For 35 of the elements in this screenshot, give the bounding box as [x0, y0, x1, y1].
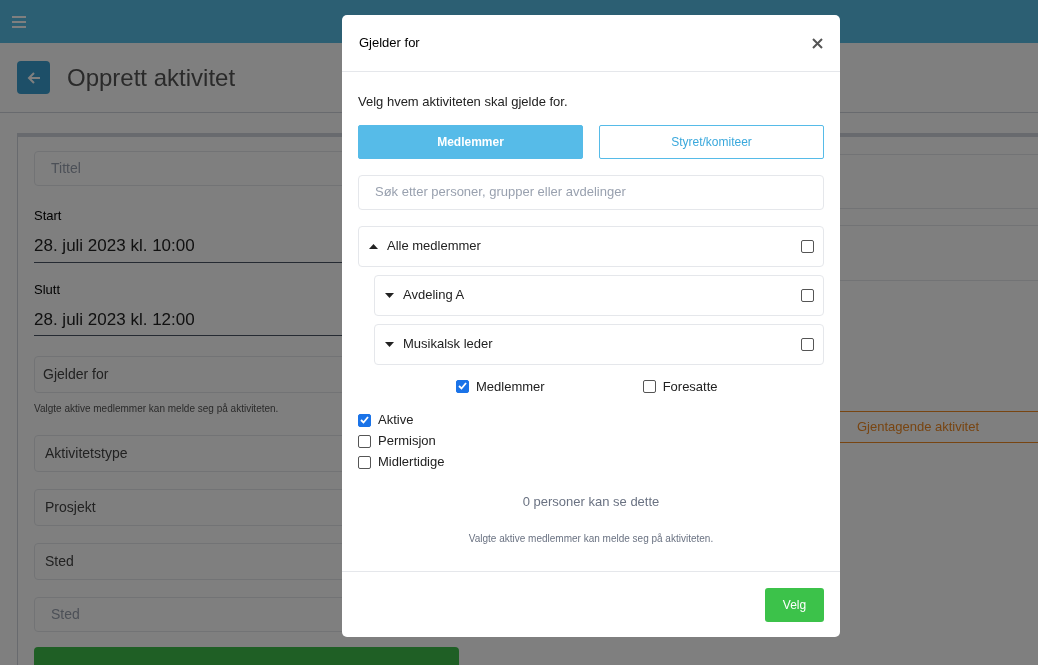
caret-up-icon[interactable] [369, 243, 378, 249]
tree-item[interactable]: Alle medlemmer [358, 225, 824, 267]
checkbox-label: Aktive [378, 411, 414, 430]
checkbox[interactable] [358, 455, 371, 469]
checkbox-label: Medlemmer [476, 377, 545, 396]
checkbox[interactable] [358, 413, 371, 427]
checkbox[interactable] [801, 239, 814, 253]
caret-down-icon[interactable] [385, 292, 394, 298]
start-label: Start [34, 207, 62, 225]
tab[interactable]: Medlemmer [358, 124, 583, 159]
dialog-title: Gjelder for [359, 34, 420, 53]
tree-item[interactable]: Musikalsk leder [374, 323, 824, 365]
checkbox[interactable] [358, 434, 371, 448]
tree-item-label: Musikalsk leder [403, 335, 494, 354]
tree-item[interactable]: Avdeling A [374, 274, 824, 316]
close-icon[interactable] [812, 37, 823, 49]
checkbox[interactable] [801, 337, 814, 351]
checkbox-label: Midlertidige [378, 453, 445, 472]
arrow-left-icon [26, 71, 41, 84]
caret-down-icon[interactable] [385, 341, 394, 347]
tree-item-label: Avdeling A [403, 286, 466, 305]
checkbox[interactable] [456, 379, 469, 393]
search-field[interactable]: Søk etter personer, grupper eller avdelinger [358, 174, 824, 210]
intro-text: Velg hvem aktiviteten skal gjelde for. [358, 93, 568, 111]
select-button[interactable]: Velg [765, 587, 824, 622]
end-label: Slutt [34, 280, 60, 299]
hint-text: Valgte aktive medlemmer kan melde seg på aktiviteten. [34, 402, 279, 416]
checkbox-label: Permisjon [378, 432, 436, 451]
hint-text: Valgte aktive medlemmer kan melde seg på aktiviteten. [468, 531, 714, 546]
page-title: Opprett aktivitet [67, 62, 236, 93]
checkbox-label: Foresatte [662, 377, 718, 396]
checkbox[interactable] [642, 379, 656, 393]
tab[interactable]: Styret/komiteer [599, 124, 824, 159]
person-count: 0 personer kan se dette [522, 493, 660, 511]
checkbox[interactable] [801, 288, 814, 302]
